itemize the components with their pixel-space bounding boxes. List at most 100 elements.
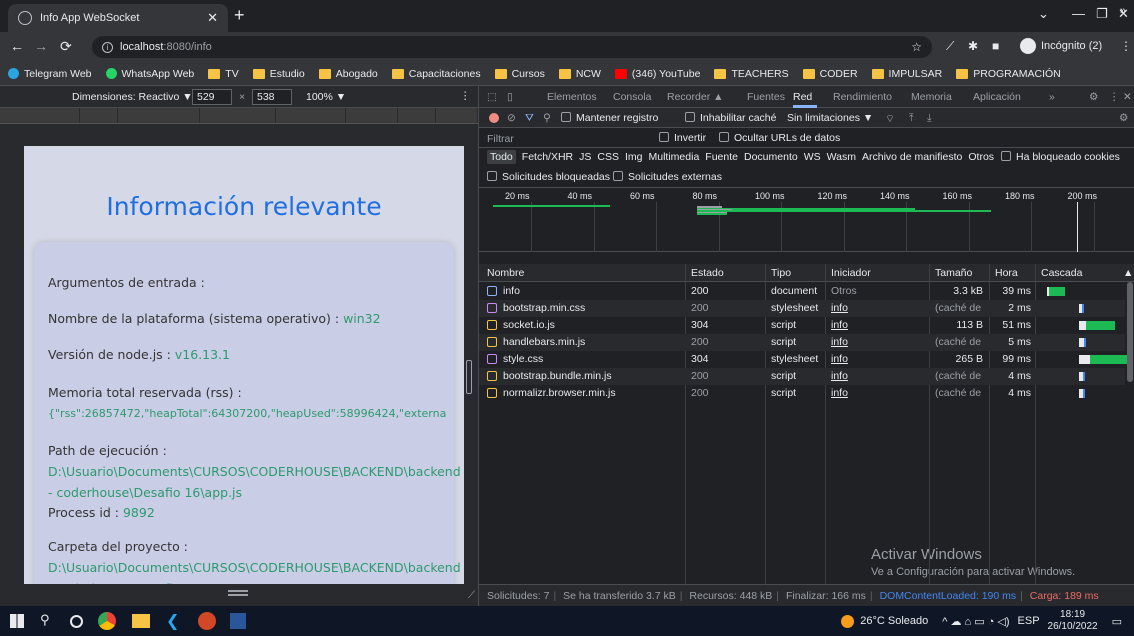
devtools-tab[interactable]: Recorder ▲: [667, 91, 724, 103]
close-devtools-icon[interactable]: ✕: [1123, 91, 1132, 103]
bookmark-item[interactable]: NCW: [558, 68, 601, 80]
bookmark-item[interactable]: Estudio: [252, 68, 305, 80]
type-filter-button[interactable]: Fetch/XHR: [522, 151, 573, 163]
column-header[interactable]: Cascada: [1041, 267, 1082, 279]
viewport-height-input[interactable]: 538: [252, 89, 292, 105]
back-button[interactable]: ←: [10, 39, 24, 53]
disable-cache-checkbox[interactable]: Inhabilitar caché: [685, 112, 776, 124]
preserve-log-checkbox[interactable]: Mantener registro: [561, 112, 658, 124]
extension-icon[interactable]: ⟋: [946, 40, 954, 52]
devtools-tab[interactable]: Rendimiento: [833, 91, 892, 103]
devtools-tab[interactable]: Aplicación: [973, 91, 1021, 103]
table-row[interactable]: handlebars.min.js 200 script info (caché de …: [479, 334, 1125, 351]
type-filter-button[interactable]: Archivo de manifiesto: [862, 151, 962, 163]
blocked-cookies-checkbox[interactable]: Ha bloqueado cookies: [1001, 151, 1120, 163]
table-row[interactable]: style.css 304 stylesheet info 265 B 99 ms: [479, 351, 1127, 368]
reload-button[interactable]: ⟳: [60, 39, 72, 53]
bookmark-item[interactable]: PROGRAMACIÓN: [956, 68, 1061, 80]
file-explorer-icon[interactable]: [132, 614, 150, 628]
throttling-select[interactable]: Sin limitaciones ▼: [787, 112, 873, 124]
request-table-scrollbar[interactable]: [1127, 282, 1133, 382]
powerpoint-icon[interactable]: [198, 612, 216, 630]
search-icon[interactable]: ⚲: [40, 612, 50, 628]
browser-tab[interactable]: Info App WebSocket ✕: [8, 4, 228, 32]
vscode-icon[interactable]: ❮: [166, 611, 179, 630]
devtools-tab[interactable]: Memoria: [911, 91, 952, 103]
bookmark-item[interactable]: Telegram Web: [8, 68, 92, 80]
sort-arrow-icon[interactable]: ▲: [1123, 267, 1133, 279]
type-filter-button[interactable]: Img: [625, 151, 643, 163]
new-tab-button[interactable]: +: [234, 6, 245, 24]
bookmark-item[interactable]: TEACHERS: [714, 68, 789, 80]
table-row[interactable]: bootstrap.bundle.min.js 200 script info (cac…: [479, 368, 1125, 385]
column-header[interactable]: Nombre: [487, 267, 524, 279]
column-header[interactable]: Tamaño: [935, 267, 972, 279]
table-row[interactable]: bootstrap.min.css 200 stylesheet info (caché…: [479, 300, 1125, 317]
filter-icon[interactable]: ⛛: [525, 112, 534, 125]
column-header[interactable]: Hora: [995, 267, 1018, 279]
site-info-icon[interactable]: i: [102, 41, 113, 53]
viewport-width-input[interactable]: 529: [192, 89, 232, 105]
devtools-tab[interactable]: Red: [793, 91, 812, 103]
side-panel-icon[interactable]: ■: [992, 40, 999, 52]
export-har-icon[interactable]: ⤓: [927, 112, 932, 125]
initiator-cell[interactable]: info: [831, 353, 848, 365]
initiator-cell[interactable]: info: [831, 302, 848, 314]
address-bar[interactable]: i localhost :8080/info ☆: [92, 36, 932, 58]
extensions-puzzle-icon[interactable]: ✱: [968, 40, 978, 52]
close-tab-icon[interactable]: ✕: [207, 10, 218, 26]
devtools-tab[interactable]: »: [1049, 91, 1055, 103]
table-row[interactable]: info 200 document Otros 3.3 kB 39 ms: [479, 283, 1125, 300]
network-conditions-icon[interactable]: ⌔: [885, 112, 895, 126]
viewport-resize-corner[interactable]: ⟋: [468, 590, 475, 601]
type-filter-button[interactable]: Multimedia: [649, 151, 700, 163]
table-row[interactable]: socket.io.js 304 script info 113 B 51 ms: [479, 317, 1125, 334]
inspect-element-icon[interactable]: ⬚: [487, 91, 497, 103]
device-toggle-icon[interactable]: ▯: [507, 91, 513, 103]
settings-gear-icon[interactable]: ⚙: [1089, 91, 1098, 103]
initiator-cell[interactable]: info: [831, 370, 848, 382]
bookmark-item[interactable]: Cursos: [494, 68, 545, 80]
devtools-menu-icon[interactable]: ⋮: [1109, 91, 1120, 103]
bookmarks-overflow-button[interactable]: »: [1120, 5, 1126, 17]
column-header[interactable]: Iniciador: [831, 267, 871, 279]
record-icon[interactable]: [489, 113, 499, 123]
column-header[interactable]: Estado: [691, 267, 724, 279]
type-filter-button[interactable]: Wasm: [827, 151, 856, 163]
media-query-ruler[interactable]: [0, 108, 478, 124]
search-icon[interactable]: ⚲: [543, 112, 551, 124]
bookmark-item[interactable]: Abogado: [318, 68, 378, 80]
table-row[interactable]: normalizr.browser.min.js 200 script info (ca…: [479, 385, 1125, 402]
bookmark-item[interactable]: IMPULSAR: [871, 68, 942, 80]
initiator-cell[interactable]: info: [831, 319, 848, 331]
tab-search-icon[interactable]: ⌄: [1038, 6, 1049, 22]
zoom-select[interactable]: 100% ▼: [306, 91, 346, 103]
filter-input[interactable]: Filtrar: [487, 133, 514, 145]
incognito-profile[interactable]: Incógnito (2): [1020, 38, 1102, 54]
bookmark-item[interactable]: WhatsApp Web: [105, 68, 194, 80]
invert-checkbox[interactable]: Invertir: [659, 132, 706, 144]
type-filter-button[interactable]: CSS: [597, 151, 619, 163]
third-party-checkbox[interactable]: Solicitudes externas: [613, 171, 722, 183]
chrome-icon[interactable]: [98, 612, 116, 630]
word-icon[interactable]: [230, 613, 246, 629]
viewport-resize-handle-bottom[interactable]: [228, 590, 248, 592]
network-settings-icon[interactable]: ⚙: [1119, 112, 1128, 124]
devtools-tab[interactable]: Fuentes: [747, 91, 785, 103]
column-header[interactable]: Tipo: [771, 267, 791, 279]
import-har-icon[interactable]: ⤒: [909, 112, 914, 125]
notifications-icon[interactable]: ▭: [1112, 615, 1122, 628]
hide-data-urls-checkbox[interactable]: Ocultar URLs de datos: [719, 132, 840, 144]
chrome-menu-icon[interactable]: ⋮: [1120, 40, 1132, 52]
windows-start-icon[interactable]: [10, 614, 24, 628]
bookmark-star-icon[interactable]: ☆: [911, 40, 922, 54]
clock[interactable]: 18:19 26/10/2022: [1048, 609, 1098, 633]
type-filter-button[interactable]: Otros: [968, 151, 994, 163]
device-options-icon[interactable]: ⋮: [460, 90, 471, 102]
bookmark-item[interactable]: CODER: [802, 68, 858, 80]
viewport-resize-handle-right[interactable]: [466, 360, 472, 394]
cortana-icon[interactable]: [70, 615, 83, 628]
minimize-button[interactable]: —: [1072, 6, 1085, 21]
forward-button[interactable]: →: [34, 39, 48, 53]
blocked-requests-checkbox[interactable]: Solicitudes bloqueadas: [487, 171, 610, 183]
